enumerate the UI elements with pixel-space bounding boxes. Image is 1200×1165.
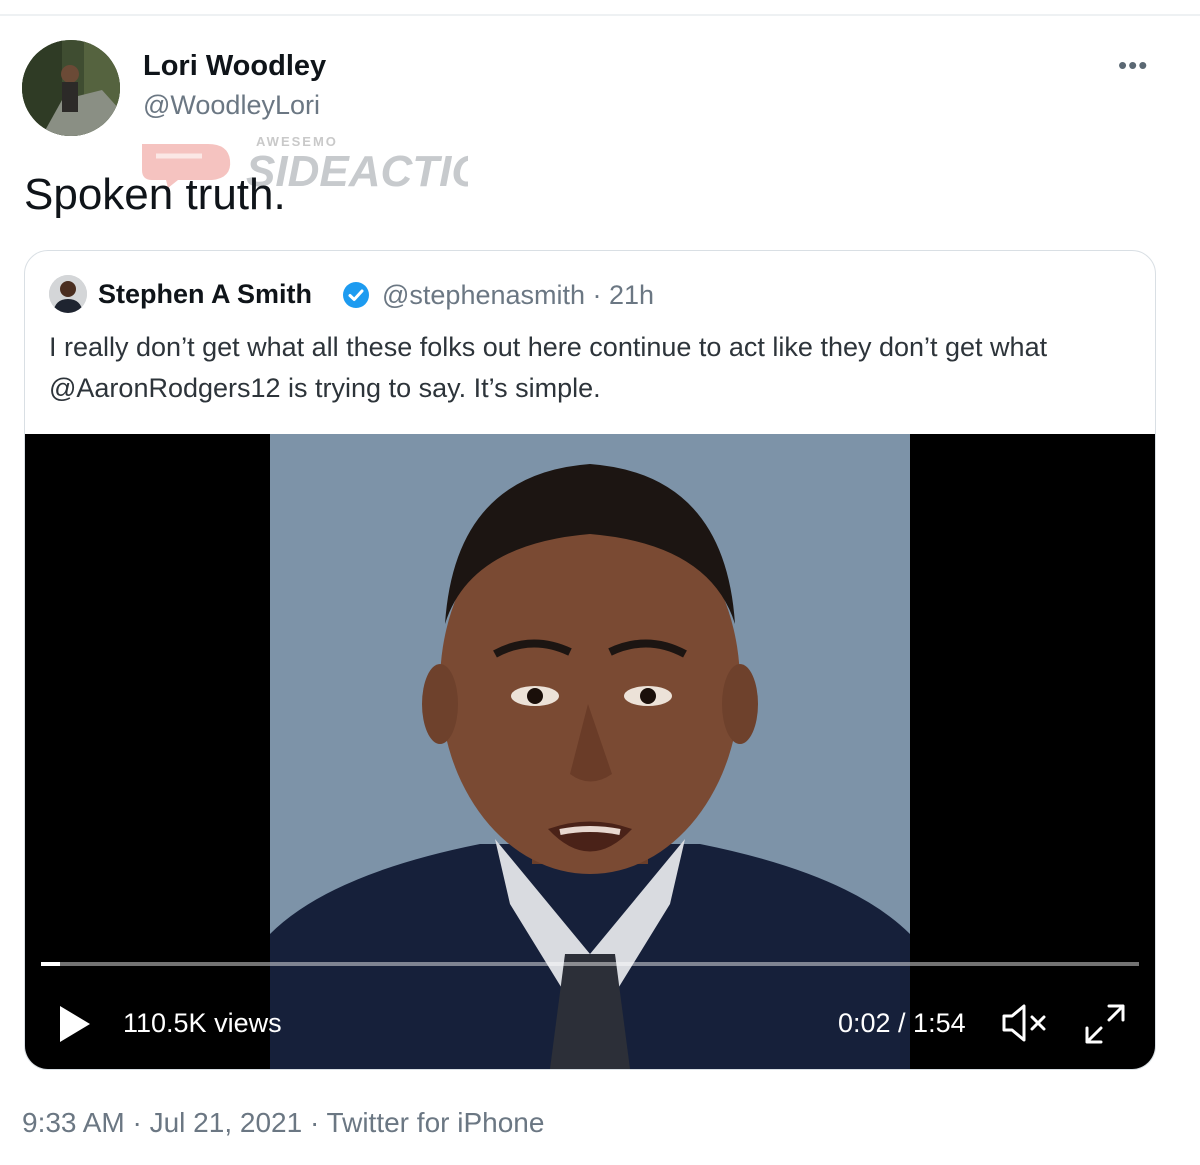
- quoted-handle-time[interactable]: @stephenasmith · 21h: [382, 280, 654, 311]
- video-frame: [270, 434, 910, 1069]
- video-progress-fill: [41, 962, 60, 966]
- play-icon[interactable]: [57, 1004, 93, 1044]
- fullscreen-icon[interactable]: [1083, 1002, 1127, 1046]
- quoted-tweet-text: I really don’t get what all these folks …: [49, 332, 1048, 403]
- quoted-author-avatar[interactable]: [49, 275, 87, 313]
- verified-badge-icon: [341, 280, 371, 310]
- video-progress-bar[interactable]: [41, 962, 1139, 966]
- tweet-timestamp-source[interactable]: 9:33 AM · Jul 21, 2021 · Twitter for iPh…: [22, 1107, 544, 1139]
- quoted-tweet[interactable]: Stephen A Smith @stephenasmith · 21h I r…: [24, 250, 1156, 1070]
- video-player[interactable]: 110.5K views 0:02 / 1:54: [25, 434, 1155, 1069]
- top-divider: [0, 14, 1200, 16]
- mute-icon[interactable]: [1000, 1002, 1050, 1044]
- author-name[interactable]: Lori Woodley: [143, 50, 326, 83]
- video-views: 110.5K views: [123, 1008, 282, 1038]
- author-handle[interactable]: @WoodleyLori: [143, 90, 320, 121]
- quoted-author-name[interactable]: Stephen A Smith: [98, 279, 312, 310]
- video-time: 0:02 / 1:54: [838, 1008, 966, 1038]
- more-options-icon[interactable]: •••: [1118, 50, 1148, 81]
- tweet-text: Spoken truth.: [24, 170, 286, 219]
- author-avatar[interactable]: [22, 40, 120, 136]
